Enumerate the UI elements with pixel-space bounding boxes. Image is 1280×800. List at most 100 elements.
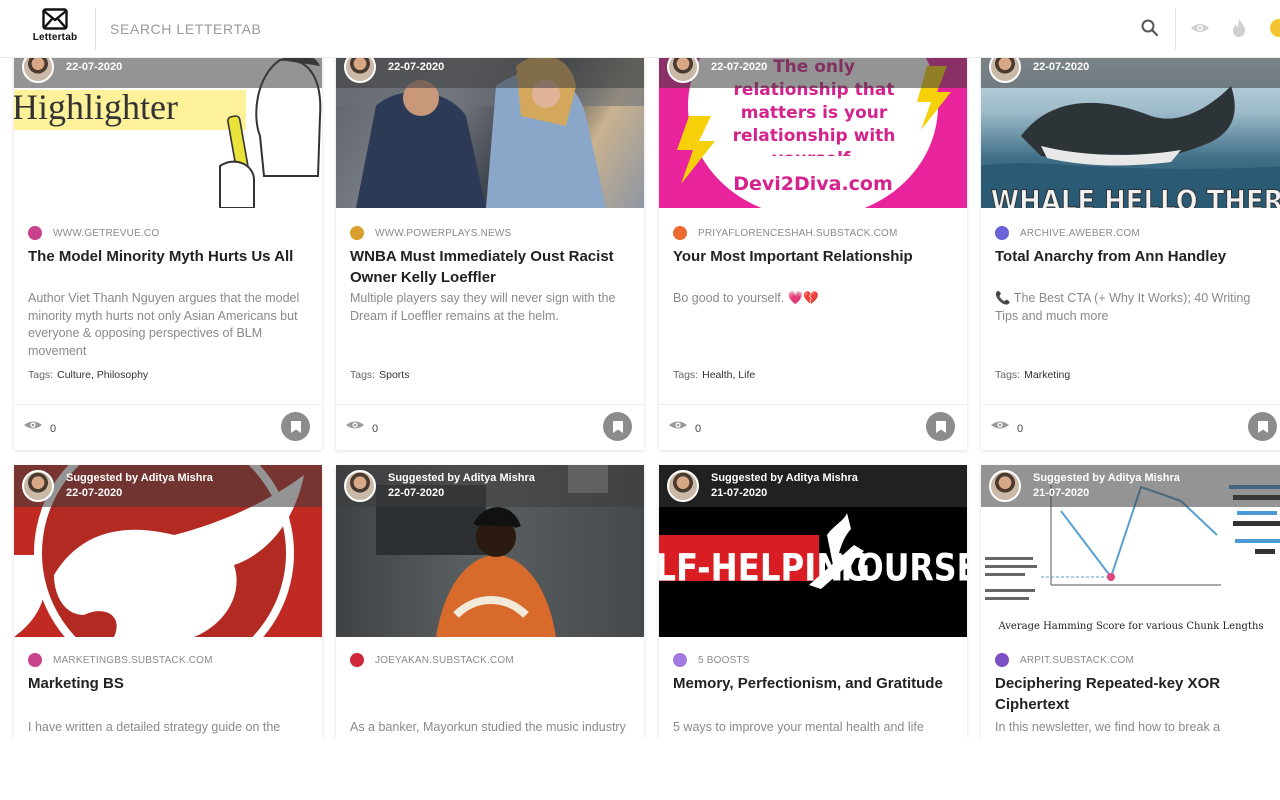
- card-date: 22-07-2020: [66, 487, 123, 499]
- bookmark-button[interactable]: [926, 412, 955, 441]
- avatar[interactable]: [989, 58, 1021, 83]
- card-date: 22-07-2020: [388, 61, 445, 73]
- avatar[interactable]: [344, 470, 376, 502]
- suggested-by[interactable]: Suggested by Aditya Mishra: [711, 471, 858, 486]
- card-title[interactable]: Memory, Perfectionism, and Gratitude: [673, 673, 958, 694]
- tags-value[interactable]: Marketing: [1024, 369, 1070, 381]
- tags-label: Tags:: [28, 369, 54, 381]
- bookmark-button[interactable]: [1248, 412, 1277, 441]
- avatar[interactable]: [22, 58, 54, 83]
- avatar[interactable]: [667, 58, 699, 83]
- card-title[interactable]: Marketing BS: [28, 673, 313, 694]
- avatar[interactable]: [989, 470, 1021, 502]
- boost-icon: [673, 653, 687, 667]
- card-image-overlay: Suggested by Aditya Mishra 21-07-2020: [981, 465, 1280, 507]
- card-title[interactable]: Your Most Important Relationship: [673, 246, 958, 267]
- tags-value[interactable]: Sports: [379, 369, 409, 381]
- flame-icon[interactable]: [1229, 18, 1249, 38]
- card-source[interactable]: 5 BOOSTS: [673, 653, 750, 667]
- search-input[interactable]: [110, 14, 1010, 44]
- eye-icon: [991, 421, 1009, 429]
- avatar[interactable]: [667, 470, 699, 502]
- card-description: Multiple players say they will never sig…: [350, 291, 616, 323]
- card-description: Author Viet Thanh Nguyen argues that the…: [28, 291, 300, 358]
- bookmark-button[interactable]: [603, 412, 632, 441]
- logo-envelope-icon: [42, 8, 68, 30]
- avatar[interactable]: [22, 470, 54, 502]
- bookmark-icon: [1257, 420, 1268, 433]
- card-title[interactable]: Total Anarchy from Ann Handley: [995, 246, 1280, 267]
- card-source[interactable]: WWW.POWERPLAYS.NEWS: [350, 226, 511, 240]
- card-source[interactable]: MARKETINGBS.SUBSTACK.COM: [28, 653, 213, 667]
- article-card[interactable]: Highlighter 22-07-2020 WWW.GETREVUE.CO T…: [14, 58, 322, 450]
- bookmark-button[interactable]: [281, 412, 310, 441]
- tags-label: Tags:: [995, 369, 1021, 381]
- source-domain: PRIYAFLORENCESHAH.SUBSTACK.COM: [698, 227, 898, 239]
- article-card[interactable]: WHALE HELLO THERE 22-07-2020 ARCHIVE.AWE…: [981, 58, 1280, 450]
- card-footer: 0: [981, 404, 1280, 450]
- card-image-overlay: Suggested by Aditya Mishra 22-07-2020: [14, 465, 322, 507]
- image-text: Highlighter: [14, 87, 178, 127]
- eye-icon[interactable]: [1190, 18, 1210, 38]
- suggested-by[interactable]: Suggested by Aditya Mishra: [388, 471, 535, 486]
- card-image-overlay: Suggested by Aditya Mishra 22-07-2020: [336, 465, 644, 507]
- card-date: 22-07-2020: [711, 61, 768, 73]
- view-count: 0: [695, 423, 702, 435]
- source-domain: JOEYAKAN.SUBSTACK.COM: [375, 654, 514, 666]
- tags-value[interactable]: Culture, Philosophy: [57, 369, 148, 381]
- card-description: Bo good to yourself. 💗💔: [673, 291, 819, 305]
- avatar[interactable]: [344, 58, 376, 83]
- card-image-overlay: 22-07-2020: [659, 58, 967, 88]
- source-domain: WWW.POWERPLAYS.NEWS: [375, 227, 512, 239]
- card-source[interactable]: JOEYAKAN.SUBSTACK.COM: [350, 653, 514, 667]
- eye-icon: [346, 421, 364, 429]
- source-icon: [28, 653, 42, 667]
- logo[interactable]: Lettertab: [18, 8, 92, 50]
- search-icon[interactable]: [1140, 18, 1160, 38]
- card-footer: 0: [14, 404, 322, 450]
- card-title[interactable]: WNBA Must Immediately Oust Racist Owner …: [350, 246, 635, 288]
- card-tags: Tags: Culture, Philosophy: [28, 369, 148, 381]
- image-text: Devi2Diva.com: [733, 173, 893, 195]
- card-source[interactable]: WWW.GETREVUE.CO: [28, 226, 159, 240]
- suggested-by[interactable]: Suggested by Aditya Mishra: [1033, 471, 1180, 486]
- source-icon: [673, 226, 687, 240]
- bookmark-icon: [935, 420, 946, 433]
- view-count: 0: [372, 423, 379, 435]
- card-date: 22-07-2020: [66, 61, 123, 73]
- source-domain: WWW.GETREVUE.CO: [53, 227, 160, 239]
- source-icon: [995, 226, 1009, 240]
- card-date: 21-07-2020: [1033, 487, 1090, 499]
- suggested-by[interactable]: Suggested by Aditya Mishra: [66, 471, 213, 486]
- view-count: 0: [50, 423, 57, 435]
- card-date: 22-07-2020: [388, 487, 445, 499]
- card-suggested: Suggested by Aditya Mishra 21-07-2020: [1033, 471, 1180, 501]
- bookmark-icon: [290, 420, 301, 433]
- article-card[interactable]: 22-07-2020 WWW.POWERPLAYS.NEWS WNBA Must…: [336, 58, 644, 450]
- coin-icon[interactable]: [1270, 19, 1280, 37]
- card-date: 21-07-2020: [711, 487, 768, 499]
- source-icon: [28, 226, 42, 240]
- article-card[interactable]: The only relationship that matters is yo…: [659, 58, 967, 450]
- header-divider: [95, 8, 96, 50]
- card-tags: Tags: Sports: [350, 369, 409, 381]
- card-source[interactable]: PRIYAFLORENCESHAH.SUBSTACK.COM: [673, 226, 898, 240]
- source-domain: ARCHIVE.AWEBER.COM: [1020, 227, 1140, 239]
- card-image-overlay: Suggested by Aditya Mishra 21-07-2020: [659, 465, 967, 507]
- card-suggested: Suggested by Aditya Mishra 22-07-2020: [388, 471, 535, 501]
- bookmark-icon: [612, 420, 623, 433]
- card-tags: Tags: Marketing: [995, 369, 1070, 381]
- viewport-bottom: [0, 738, 1280, 800]
- card-image-overlay: 22-07-2020: [981, 58, 1280, 88]
- card-title[interactable]: Deciphering Repeated-key XOR Ciphertext: [995, 673, 1280, 715]
- card-source[interactable]: ARPIT.SUBSTACK.COM: [995, 653, 1134, 667]
- card-source[interactable]: ARCHIVE.AWEBER.COM: [995, 226, 1140, 240]
- card-grid: Highlighter 22-07-2020 WWW.GETREVUE.CO T…: [0, 58, 1280, 800]
- card-suggested: Suggested by Aditya Mishra 22-07-2020: [66, 471, 213, 501]
- boost-count: 5 BOOSTS: [698, 654, 750, 666]
- card-footer: 0: [336, 404, 644, 450]
- tags-label: Tags:: [350, 369, 376, 381]
- image-text: YOURSE: [834, 547, 967, 590]
- tags-value[interactable]: Health, Life: [702, 369, 755, 381]
- card-title[interactable]: The Model Minority Myth Hurts Us All: [28, 246, 313, 267]
